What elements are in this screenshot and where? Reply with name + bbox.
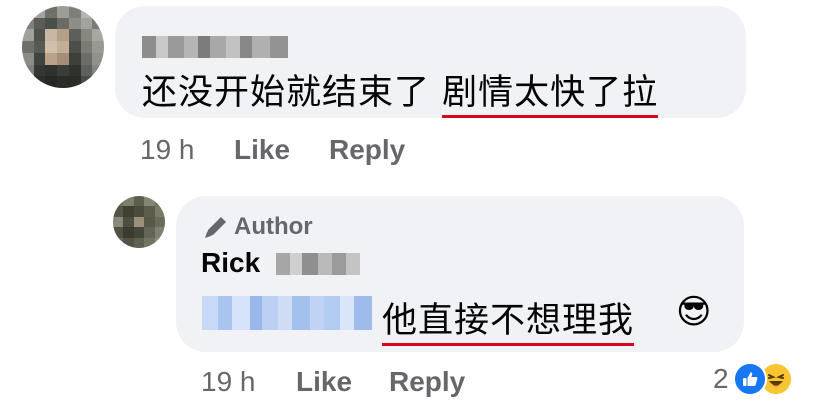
reply-text: 他直接不想理我	[382, 292, 635, 346]
reply-text-underlined: 他直接不想理我	[382, 301, 635, 346]
reply-author-name[interactable]: Rick	[201, 247, 260, 279]
reaction-summary[interactable]: 2	[713, 362, 793, 396]
author-badge: Author	[234, 213, 313, 240]
pencil-icon	[202, 213, 232, 241]
like-reaction-icon	[732, 362, 767, 396]
reply-timestamp[interactable]: 19 h	[201, 366, 256, 398]
reaction-count: 2	[713, 363, 729, 394]
reply-bubble: Author Rick 他直接不想理我 😎	[176, 196, 744, 352]
reply-button[interactable]: Reply	[329, 134, 405, 166]
commenter-avatar[interactable]	[22, 6, 104, 88]
comment-text-plain: 还没开始就结束了	[142, 73, 431, 113]
comment-bubble: 还没开始就结束了 剧情太快了拉	[115, 6, 746, 118]
comment-text-underlined: 剧情太快了拉	[442, 73, 659, 118]
author-avatar[interactable]	[113, 196, 165, 248]
mentioned-user-blurred[interactable]	[202, 296, 372, 330]
comment-text: 还没开始就结束了 剧情太快了拉	[142, 64, 659, 118]
reply-like-button[interactable]: Like	[296, 366, 352, 398]
reply-author-surname-blurred[interactable]	[276, 253, 360, 275]
sunglasses-emoji-icon: 😎	[676, 293, 712, 331]
comment-timestamp[interactable]: 19 h	[140, 134, 195, 166]
commenter-name-blurred[interactable]	[142, 36, 288, 58]
reply-reply-button[interactable]: Reply	[389, 366, 465, 398]
like-button[interactable]: Like	[234, 134, 290, 166]
